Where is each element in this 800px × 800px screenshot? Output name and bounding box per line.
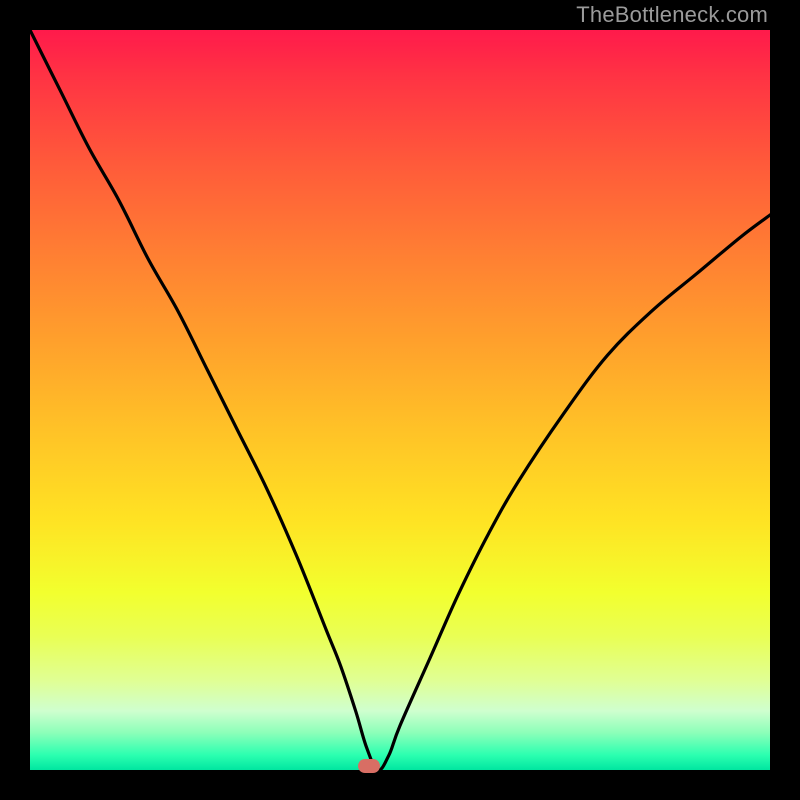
outer-frame: TheBottleneck.com xyxy=(0,0,800,800)
curve-layer xyxy=(30,30,770,770)
bottleneck-curve xyxy=(30,30,770,770)
optimal-marker xyxy=(358,759,380,773)
plot-area xyxy=(30,30,770,770)
watermark-text: TheBottleneck.com xyxy=(576,2,768,28)
